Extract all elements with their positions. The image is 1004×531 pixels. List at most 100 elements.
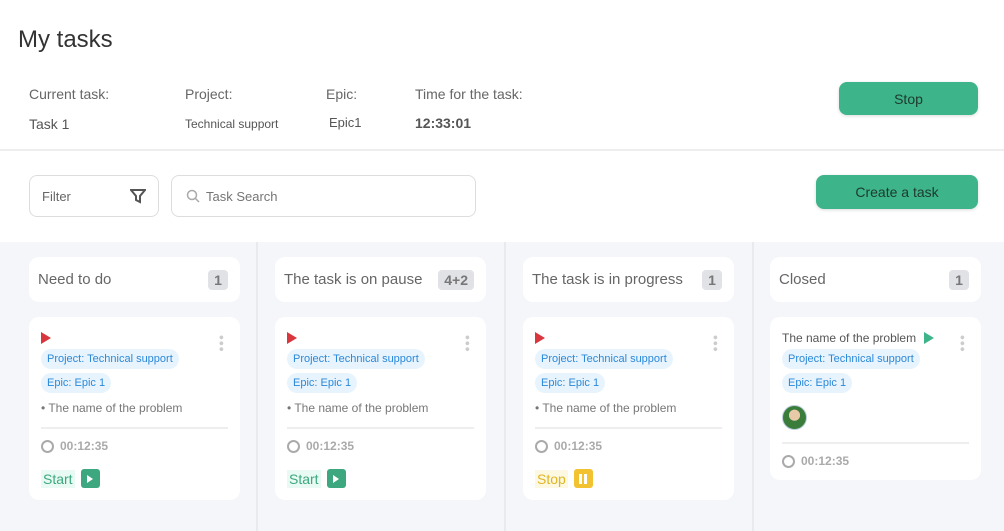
task-card[interactable]: ••• Project: Technical support Epic: Epic … [29,317,240,500]
create-task-button[interactable]: Create a task [816,175,978,209]
project-value: Technical support [185,117,279,131]
epic-tag: Epic: Epic 1 [535,373,606,393]
project-tag: Project: Technical support [287,349,425,369]
column-title: Closed [779,271,826,288]
filter-icon [130,189,146,204]
column-divider [504,242,506,531]
timer-value: 00:12:35 [60,439,109,453]
column-divider [752,242,754,531]
action-label: Start [41,469,75,488]
timer-value: 00:12:35 [801,454,850,468]
epic-tag: Epic: Epic 1 [41,373,112,393]
more-options-icon[interactable]: ••• [214,335,230,353]
project-tag: Project: Technical support [782,349,920,369]
play-icon-glyph [333,474,340,483]
pause-icon-glyph [579,473,588,484]
problem-name: • The name of the problem [535,401,677,415]
project-tag: Project: Technical support [535,349,673,369]
tag-wrap: Project: Technical support [41,345,228,369]
stopwatch-icon [782,454,795,468]
column-count-badge: 1 [949,269,969,290]
column-the-task-is-in-progress: The task is in progress 1 ••• Project: Tech… [523,257,734,500]
column-closed: Closed 1 The name of the problem ••• Project… [770,257,981,480]
tag-wrap: Project: Technical support [535,345,722,369]
column-need-to-do: Need to do 1 ••• Project: Technical support… [29,257,240,500]
timer: 00:12:35 [41,439,228,453]
task-card[interactable]: The name of the problem ••• Project: Techn… [770,317,981,480]
task-card[interactable]: ••• Project: Technical support Epic: Epic … [523,317,734,500]
action-label: Start [287,469,321,488]
divider [0,149,1004,151]
play-icon[interactable] [80,469,100,488]
flag-icon [924,332,935,344]
column-the-task-is-on-pause: The task is on pause 4+2 ••• Project: Techn… [275,257,486,500]
card-top: The name of the problem [782,331,969,345]
task-search[interactable] [171,175,476,217]
tag-wrap: Epic: Epic 1 [535,369,722,393]
card-top [41,331,228,345]
epic-tag: Epic: Epic 1 [287,373,358,393]
filter-label: Filter [42,188,71,204]
filter-dropdown[interactable]: Filter [29,175,159,217]
flag-icon [287,332,297,344]
more-options-icon[interactable]: ••• [708,335,724,353]
column-header: Need to do 1 [29,257,240,302]
project-tag: Project: Technical support [41,349,179,369]
tag-wrap: Epic: Epic 1 [287,369,474,393]
column-title: The task is in progress [532,271,683,288]
card-top [535,331,722,345]
play-icon-glyph [87,474,94,483]
tag-wrap: Epic: Epic 1 [782,369,969,393]
stop-button[interactable]: Stop [839,82,978,115]
time-label: Time for the task: [415,86,523,102]
epic-label: Epic: [326,86,358,102]
column-header: The task is on pause 4+2 [275,257,486,302]
project-label: Project: [185,86,233,102]
avatar [782,405,807,430]
stopwatch-icon [535,439,548,453]
column-title: Need to do [38,271,112,288]
task-card[interactable]: ••• Project: Technical support Epic: Epic … [275,317,486,500]
page-title: My tasks [18,26,113,53]
problem-name: • The name of the problem [287,401,429,415]
column-header: Closed 1 [770,257,981,302]
start-button[interactable]: Start [287,469,474,488]
stopwatch-icon [41,439,54,453]
more-options-icon[interactable]: ••• [955,335,971,353]
flag-icon [41,332,51,344]
card-divider [287,427,474,429]
column-count-badge: 1 [702,269,722,290]
current-task-value: Task 1 [29,116,70,132]
card-top [287,331,474,345]
column-count-badge: 4+2 [438,269,474,290]
search-input[interactable] [206,188,456,204]
current-task-label: Current task: [29,86,110,102]
problem-name: • The name of the problem [41,401,183,415]
card-divider [535,427,722,429]
epic-tag: Epic: Epic 1 [782,373,853,393]
column-title: The task is on pause [284,271,423,288]
tag-wrap: Project: Technical support [782,345,969,369]
card-divider [782,442,969,444]
flag-icon [535,332,545,344]
card-title: The name of the problem [782,331,917,345]
action-label: Stop [535,469,568,488]
pause-icon[interactable] [573,469,593,488]
timer-value: 00:12:35 [554,439,603,453]
play-icon[interactable] [326,469,346,488]
timer: 00:12:35 [535,439,722,453]
more-options-icon[interactable]: ••• [460,335,476,353]
tag-wrap: Project: Technical support [287,345,474,369]
column-header: The task is in progress 1 [523,257,734,302]
start-button[interactable]: Start [41,469,228,488]
timer: 00:12:35 [782,454,969,468]
column-count-badge: 1 [208,269,228,290]
timer: 00:12:35 [287,439,474,453]
column-divider [256,242,258,531]
epic-value: Epic1 [329,115,362,130]
stopwatch-icon [287,439,300,453]
timer-value: 00:12:35 [306,439,355,453]
stop-button[interactable]: Stop [535,469,722,488]
card-divider [41,427,228,429]
tag-wrap: Epic: Epic 1 [41,369,228,393]
